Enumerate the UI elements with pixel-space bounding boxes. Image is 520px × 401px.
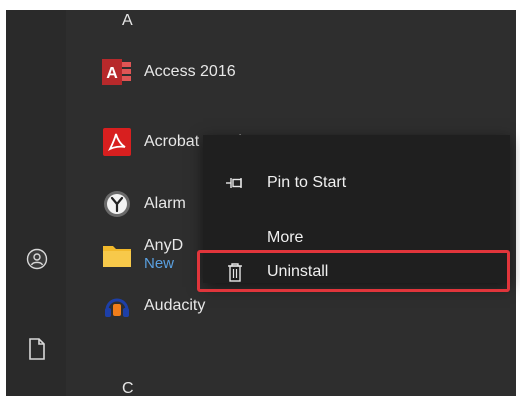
app-anyd[interactable]: AnyD New: [102, 232, 183, 278]
app-name: Audacity: [144, 297, 206, 314]
user-icon[interactable]: [24, 246, 50, 272]
alarms-clock-icon: [102, 189, 132, 219]
start-rail: [6, 10, 66, 396]
access-icon: A: [102, 57, 132, 87]
context-item-label: More: [267, 229, 304, 246]
document-icon[interactable]: [24, 336, 50, 362]
section-letter-a[interactable]: A: [122, 12, 133, 30]
context-item-label: Pin to Start: [267, 174, 347, 191]
app-access[interactable]: A Access 2016: [102, 54, 236, 90]
app-name: AnyD: [144, 237, 184, 254]
context-item-pin-to-start[interactable]: Pin to Start: [203, 161, 510, 205]
folder-icon: [102, 240, 132, 270]
acrobat-reader-icon: [102, 127, 132, 157]
app-alarms[interactable]: Alarm: [102, 186, 186, 222]
section-letter-c[interactable]: C: [122, 380, 134, 396]
new-badge: New: [144, 255, 175, 272]
svg-text:A: A: [106, 65, 118, 82]
app-name: Access 2016: [144, 63, 236, 80]
pin-icon: [225, 173, 245, 193]
uninstall-highlight-box: [197, 250, 510, 292]
app-name: Alarm: [144, 195, 186, 212]
app-audacity[interactable]: Audacity: [102, 288, 205, 324]
audacity-icon: [102, 291, 132, 321]
